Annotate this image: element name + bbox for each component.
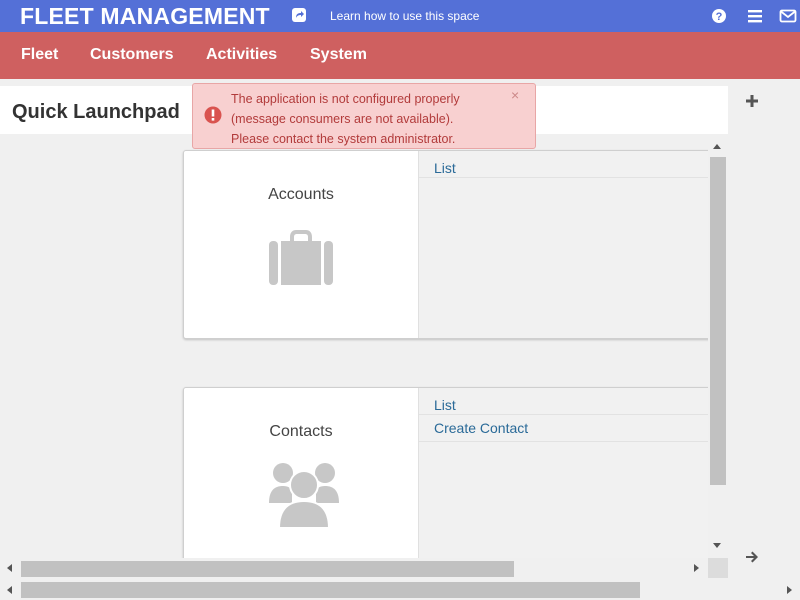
scroll-left-arrow-icon[interactable] xyxy=(7,586,12,594)
nav-item-customers[interactable]: Customers xyxy=(90,46,174,64)
card-accounts-header[interactable]: Accounts xyxy=(184,151,418,338)
alert-message: The application is not configured proper… xyxy=(231,89,521,149)
top-header: FLEET MANAGEMENT Learn how to use this s… xyxy=(0,0,800,32)
learn-link[interactable]: Learn how to use this space xyxy=(330,9,479,23)
nav-item-system[interactable]: System xyxy=(310,46,367,64)
card-contacts-links: List Create Contact xyxy=(418,388,712,566)
mail-icon[interactable] xyxy=(779,7,797,25)
page-horizontal-scrollbar-thumb[interactable] xyxy=(21,582,640,598)
vertical-scrollbar-thumb[interactable] xyxy=(710,157,726,485)
arrow-right-icon[interactable] xyxy=(744,549,760,565)
error-alert: The application is not configured proper… xyxy=(192,83,536,149)
inner-horizontal-scrollbar-thumb[interactable] xyxy=(21,561,514,577)
plus-icon[interactable] xyxy=(745,94,759,108)
contacts-list-link[interactable]: List xyxy=(419,388,712,415)
error-icon xyxy=(204,106,222,124)
alert-line: (message consumers are not available). xyxy=(231,112,454,126)
briefcase-icon xyxy=(269,230,333,285)
card-accounts-links: List xyxy=(418,151,712,338)
scroll-corner xyxy=(708,558,728,578)
card-accounts: Accounts List xyxy=(183,150,713,339)
card-accounts-title: Accounts xyxy=(268,186,334,203)
scroll-left-arrow-icon[interactable] xyxy=(7,564,12,572)
page-title: Quick Launchpad xyxy=(12,101,180,123)
scroll-right-arrow-icon[interactable] xyxy=(694,564,699,572)
scroll-up-arrow-icon[interactable] xyxy=(713,144,721,149)
share-icon[interactable] xyxy=(291,7,307,23)
menu-icon[interactable] xyxy=(746,7,764,25)
close-icon[interactable]: × xyxy=(511,87,519,103)
svg-text:?: ? xyxy=(716,11,723,23)
card-contacts-title: Contacts xyxy=(269,423,333,440)
help-icon[interactable]: ? xyxy=(710,7,728,25)
accounts-list-link[interactable]: List xyxy=(419,151,712,178)
users-icon xyxy=(269,463,339,529)
create-contact-link[interactable]: Create Contact xyxy=(419,415,712,442)
app-title[interactable]: FLEET MANAGEMENT xyxy=(20,3,270,30)
nav-item-activities[interactable]: Activities xyxy=(206,46,277,64)
alert-line: Please contact the system administrator. xyxy=(231,132,456,146)
right-panel xyxy=(728,79,800,579)
nav-item-fleet[interactable]: Fleet xyxy=(21,46,58,64)
card-contacts: Contacts List Create Contact xyxy=(183,387,713,567)
alert-line: The application is not configured proper… xyxy=(231,92,460,106)
card-contacts-header[interactable]: Contacts xyxy=(184,388,418,566)
scroll-down-arrow-icon[interactable] xyxy=(713,543,721,548)
scroll-right-arrow-icon[interactable] xyxy=(787,586,792,594)
main-nav: Fleet Customers Activities System xyxy=(0,32,800,79)
